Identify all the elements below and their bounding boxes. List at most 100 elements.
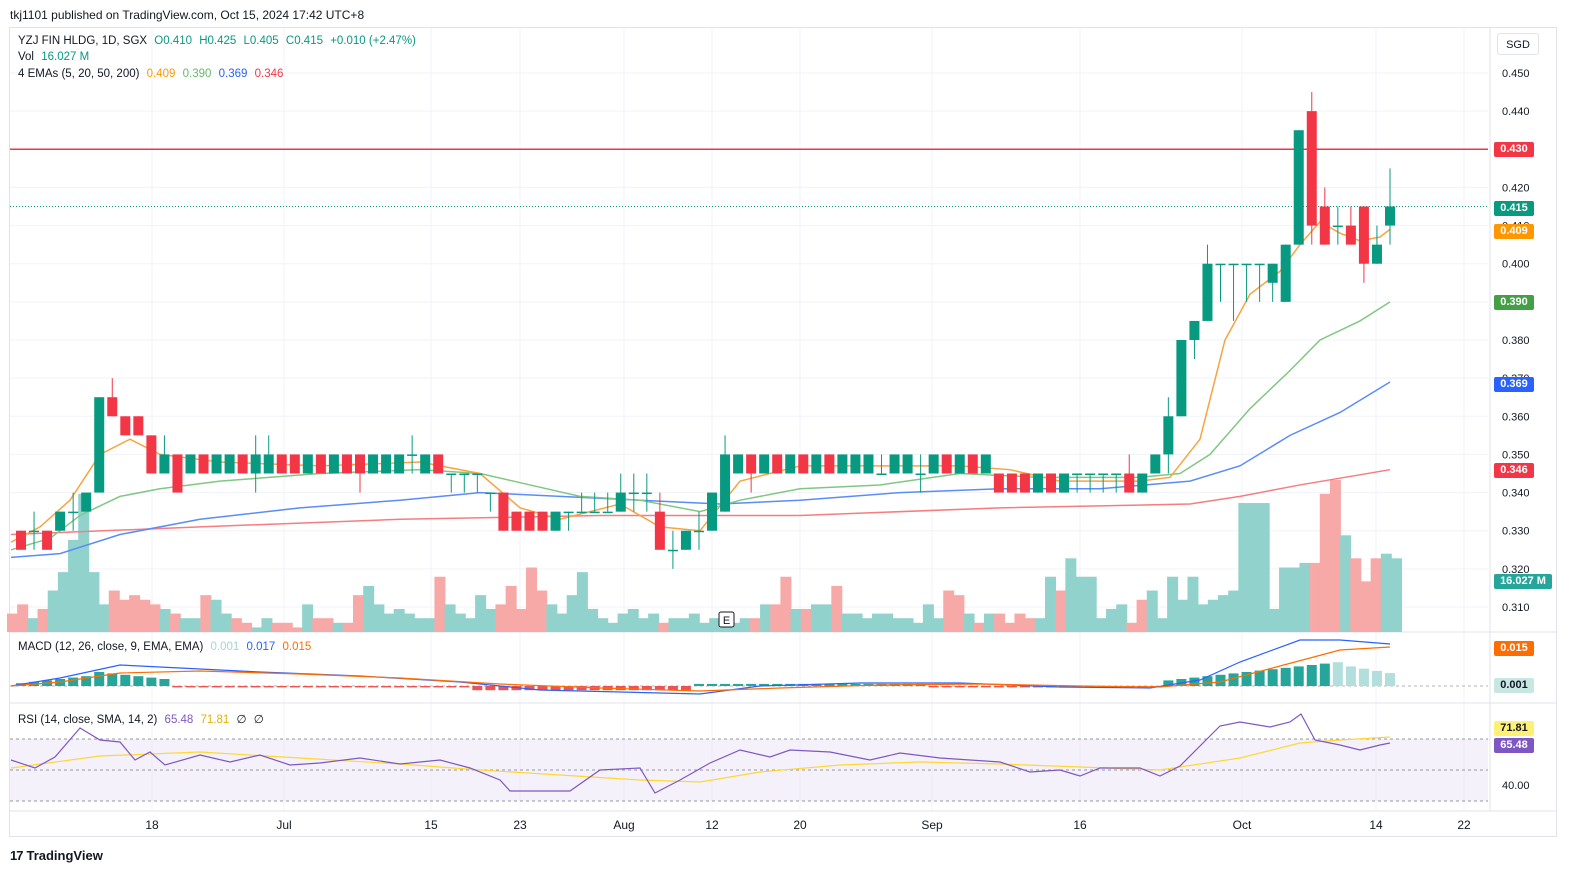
candle-body: [1085, 473, 1096, 475]
candle-body: [133, 416, 144, 436]
macd-hist-bar: [250, 686, 261, 688]
volume-bar: [47, 590, 59, 632]
volume-bar: [1258, 503, 1270, 632]
volume-bar: [1167, 576, 1179, 632]
volume-bar: [68, 539, 80, 632]
macd-hist-bar: [133, 676, 144, 686]
macd-hist-bar: [1358, 668, 1369, 686]
macd-hist-bar: [1332, 662, 1343, 686]
legend-low: L0.405: [243, 35, 279, 47]
volume-bar: [1370, 558, 1382, 632]
volume-bar: [332, 622, 344, 632]
volume-bar: [251, 627, 263, 632]
tradingview-brand[interactable]: 17 TradingView: [10, 848, 103, 863]
chart-canvas[interactable]: 0.4500.4400.4200.4100.4000.3900.3800.370…: [0, 0, 1586, 883]
rsi-extra-1: ∅: [236, 714, 247, 726]
ema20-line: [10, 301, 1391, 551]
volume-bar: [607, 622, 619, 632]
volume-bar: [1248, 503, 1260, 632]
rsi-legend: RSI (14, close, SMA, 14, 2) 65.48 71.81 …: [18, 712, 268, 726]
x-tick-label: Oct: [1233, 818, 1252, 832]
y-tick-label: 0.360: [1502, 411, 1530, 423]
macd-hist-bar: [315, 686, 326, 688]
volume-bar: [810, 604, 822, 632]
x-tick-label: 22: [1457, 818, 1471, 832]
main-legend: YZJ FIN HLDG, 1D, SGX O0.410 H0.425 L0.4…: [18, 35, 420, 47]
candle-body: [1345, 225, 1356, 245]
macd-hist-bar: [993, 686, 1004, 688]
x-tick-label: 16: [1073, 818, 1087, 832]
volume-bar: [678, 618, 690, 632]
ema-legend: 4 EMAs (5, 20, 50, 200) 0.409 0.390 0.36…: [18, 68, 287, 80]
candle-body: [954, 454, 965, 474]
volume-bar: [159, 608, 171, 632]
candle-body: [733, 454, 744, 474]
volume-bar: [1075, 576, 1087, 632]
earnings-marker-label: E: [723, 615, 730, 627]
volume-bar: [1360, 581, 1372, 632]
volume-bar: [57, 572, 69, 632]
currency-button[interactable]: SGD: [1497, 33, 1539, 55]
volume-bar: [872, 613, 883, 632]
candle-body: [1202, 263, 1213, 321]
macd-hist-bar: [1306, 665, 1317, 686]
candle-body: [902, 454, 913, 474]
volume-bar: [17, 604, 29, 632]
macd-hist-bar: [733, 683, 744, 686]
candle-body: [889, 454, 900, 474]
macd-hist-bar: [720, 683, 731, 686]
volume-bar: [1116, 604, 1128, 632]
legend-vol-label: Vol: [18, 51, 34, 63]
volume-bar: [464, 618, 476, 632]
volume-bar: [627, 608, 639, 632]
volume-bar: [373, 604, 385, 632]
candle-body: [107, 397, 118, 417]
candle-body: [341, 454, 352, 474]
volume-bar: [953, 595, 965, 632]
volume-bar: [129, 595, 141, 632]
macd-hist-bar: [746, 683, 757, 686]
candle-body: [1385, 206, 1395, 226]
volume-bar: [892, 618, 904, 632]
volume-bar: [576, 572, 588, 632]
volume-bar: [403, 613, 415, 632]
candle-body: [459, 473, 470, 475]
volume-bar: [118, 599, 130, 632]
candle-body: [667, 549, 678, 552]
candle-body: [498, 492, 509, 531]
macd-hist-bar: [1267, 669, 1278, 686]
volume-bar: [1095, 618, 1107, 632]
candle-body: [1358, 206, 1369, 264]
candle-body: [772, 454, 783, 474]
candle-body: [276, 454, 287, 474]
candle-body: [1150, 454, 1161, 474]
badge-last-price: 0.415: [1494, 201, 1534, 216]
candle-body: [146, 435, 157, 474]
x-tick-label: Jul: [276, 818, 291, 832]
candle-body: [42, 530, 53, 550]
candle-body: [1176, 340, 1187, 417]
x-tick-label: Aug: [613, 818, 634, 832]
volume-bar: [597, 618, 609, 632]
legend-high: H0.425: [199, 35, 237, 47]
volume-bar: [983, 613, 995, 632]
candle-body: [759, 454, 770, 474]
candle-body: [172, 454, 183, 493]
candle-body: [224, 454, 235, 474]
candle-body: [654, 511, 665, 550]
volume-bar: [1329, 480, 1341, 632]
legend-open: O0.410: [154, 35, 193, 47]
candle-body: [185, 454, 196, 474]
legend-ema-label: 4 EMAs (5, 20, 50, 200): [18, 68, 140, 80]
macd-hist-bar: [459, 686, 470, 688]
candle-body: [941, 454, 952, 474]
macd-line-value: 0.017: [246, 641, 276, 653]
macd-hist-bar: [159, 679, 170, 686]
macd-legend: MACD (12, 26, close, 9, EMA, EMA) 0.001 …: [18, 641, 315, 653]
macd-hist-bar: [420, 686, 431, 688]
macd-hist-bar: [185, 686, 196, 688]
candle-body: [1019, 473, 1030, 493]
volume-bar: [637, 618, 649, 632]
candle-body: [315, 454, 326, 474]
volume-bar: [220, 613, 232, 632]
